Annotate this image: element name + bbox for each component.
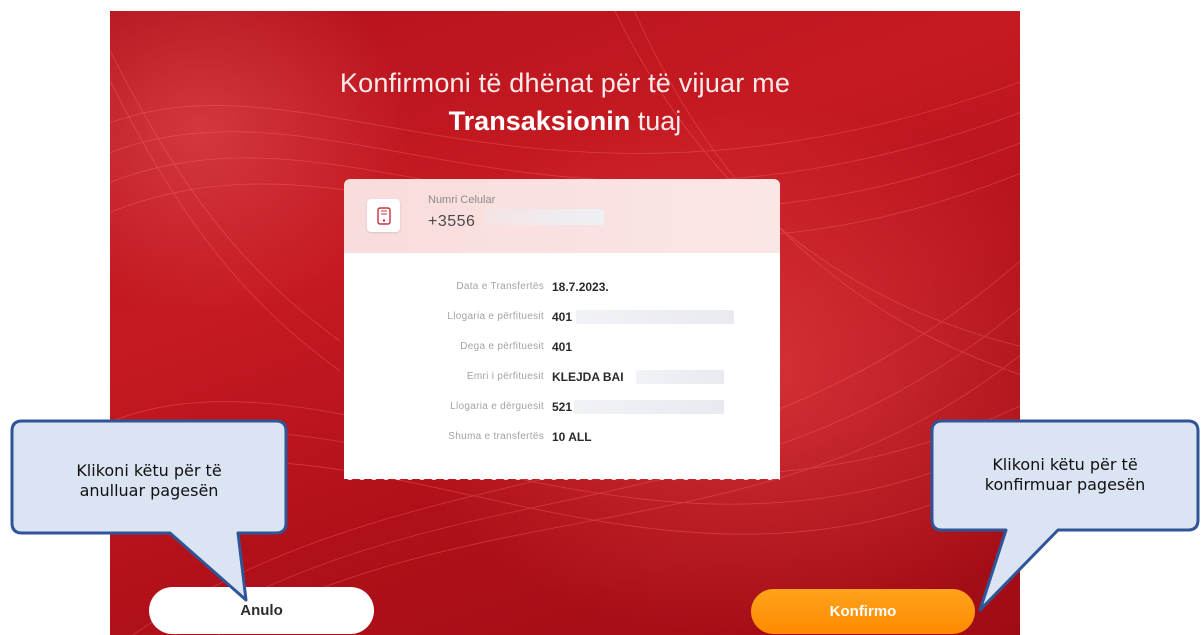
callout-cancel: Klikoni këtu për të anulluar pagesën xyxy=(22,461,276,501)
callout-cancel-line1: Klikoni këtu për të xyxy=(76,461,222,480)
callout-right-shape xyxy=(930,419,1200,612)
callout-left-shape xyxy=(10,419,288,602)
callout-confirm: Klikoni këtu për të konfirmuar pagesën xyxy=(942,455,1188,495)
callout-confirm-line2: konfirmuar pagesën xyxy=(984,475,1146,494)
callout-cancel-line2: anulluar pagesën xyxy=(79,481,219,500)
annotation-overlay xyxy=(10,419,1200,612)
callout-confirm-line1: Klikoni këtu për të xyxy=(992,455,1138,474)
